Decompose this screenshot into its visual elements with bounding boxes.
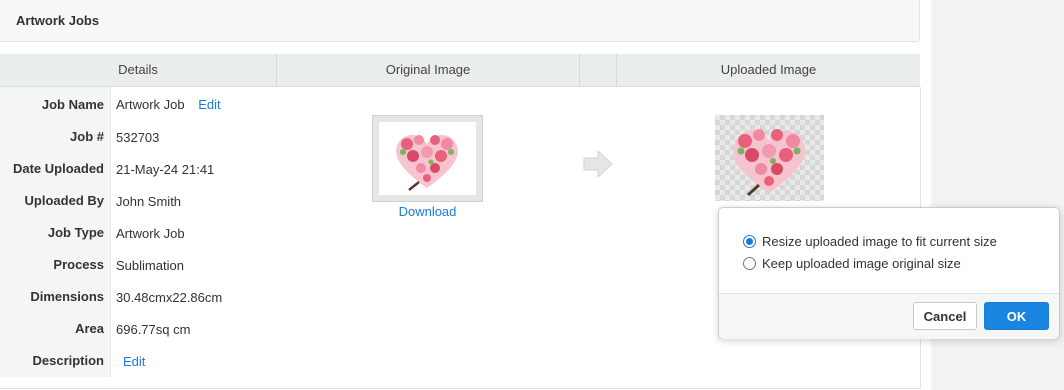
arrow-right-icon xyxy=(583,149,613,179)
header-details: Details xyxy=(118,62,158,77)
heart-shape xyxy=(396,135,458,191)
date-uploaded-label: Date Uploaded xyxy=(12,161,104,176)
popover-footer: Cancel OK xyxy=(719,293,1059,339)
job-type-label: Job Type xyxy=(47,225,104,240)
area-label: Area xyxy=(75,321,104,336)
job-name-label: Job Name xyxy=(41,97,104,112)
cancel-button[interactable]: Cancel xyxy=(913,302,977,330)
download-link[interactable]: Download xyxy=(399,204,457,219)
table-header: Details Original Image Uploaded Image xyxy=(0,54,920,87)
area-value: 696.77sq cm xyxy=(116,322,191,337)
process-label: Process xyxy=(53,257,104,272)
job-type-value: Artwork Job xyxy=(116,226,185,241)
heart-shape xyxy=(733,129,805,197)
dimensions-label: Dimensions xyxy=(30,289,104,304)
resize-options-popover: Resize uploaded image to fit current siz… xyxy=(718,207,1060,339)
original-image-canvas xyxy=(379,122,476,195)
uploaded-image-thumbnail[interactable] xyxy=(715,115,824,201)
radio-selected[interactable] xyxy=(743,234,756,248)
ok-button[interactable]: OK xyxy=(984,302,1049,330)
description-label: Description xyxy=(32,353,104,368)
keep-original-option[interactable]: Keep uploaded image original size xyxy=(743,254,961,272)
resize-option[interactable]: Resize uploaded image to fit current siz… xyxy=(743,232,997,250)
dimensions-value: 30.48cmx22.86cm xyxy=(116,290,223,305)
keep-original-option-label: Keep uploaded image original size xyxy=(762,255,961,271)
process-value: Sublimation xyxy=(116,258,184,273)
header-arrow-col xyxy=(580,54,616,86)
date-uploaded-value: 21-May-24 21:41 xyxy=(116,162,215,177)
popover-body: Resize uploaded image to fit current siz… xyxy=(719,208,1059,293)
header-original-image: Original Image xyxy=(385,62,471,77)
radio-unselected[interactable] xyxy=(743,256,756,270)
job-name-value: Artwork Job Edit xyxy=(116,97,221,112)
panel-header: Artwork Jobs xyxy=(0,0,920,42)
edit-job-name-link[interactable]: Edit xyxy=(198,97,220,112)
job-name-text: Artwork Job xyxy=(116,97,185,112)
description-value: Edit xyxy=(123,354,145,369)
original-image-thumbnail[interactable] xyxy=(372,115,483,202)
edit-description-link[interactable]: Edit xyxy=(123,354,145,369)
heart-flowers-image-icon xyxy=(733,129,805,197)
resize-option-label: Resize uploaded image to fit current siz… xyxy=(762,233,997,249)
job-number-label: Job # xyxy=(70,129,104,144)
uploaded-by-label: Uploaded By xyxy=(24,193,104,208)
heart-flowers-image-icon xyxy=(396,135,458,191)
uploaded-by-value: John Smith xyxy=(116,194,182,209)
header-uploaded-image: Uploaded Image xyxy=(720,62,817,77)
job-number-value: 532703 xyxy=(116,130,160,145)
panel-title: Artwork Jobs xyxy=(16,13,100,28)
